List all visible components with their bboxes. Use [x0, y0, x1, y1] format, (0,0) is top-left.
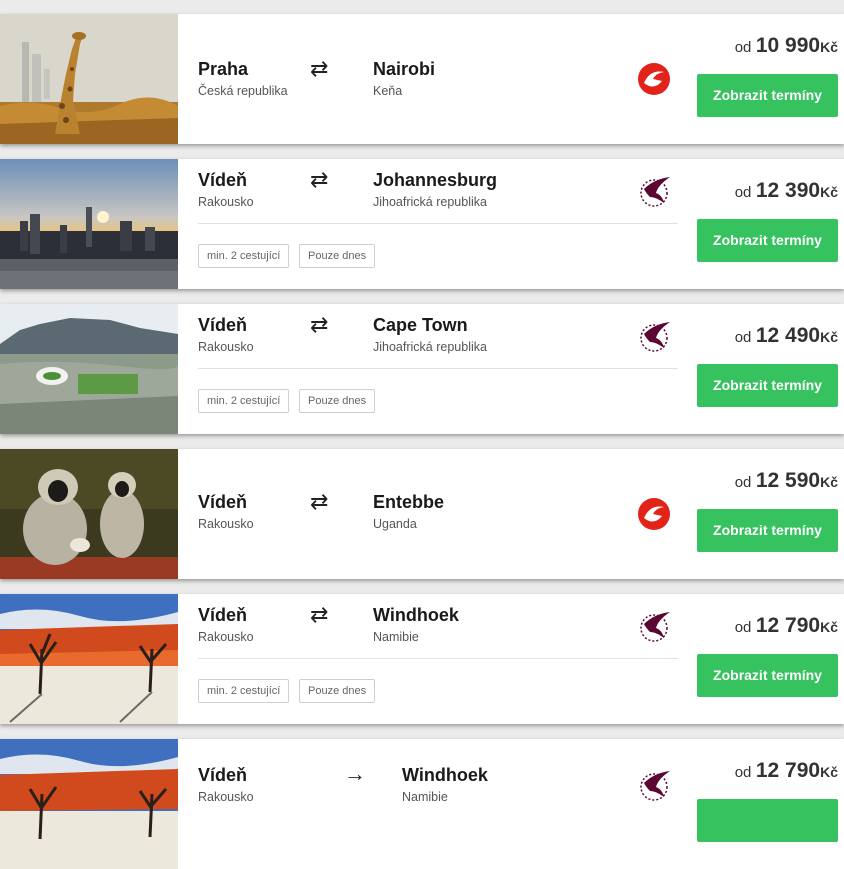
tag-today-only: Pouze dnes — [299, 679, 376, 703]
tag-min-travelers: min. 2 cestující — [198, 389, 290, 413]
turkish-airlines-logo-icon — [636, 496, 672, 532]
price: od 12 590Kč — [735, 469, 838, 493]
to-country: Uganda — [373, 517, 417, 531]
show-dates-button[interactable]: Zobrazit termíny — [697, 654, 838, 697]
qatar-airways-logo-icon — [636, 608, 672, 644]
to-country: Jihoafrická republika — [373, 340, 487, 354]
one-way-arrow-icon: → — [344, 761, 366, 786]
show-dates-button[interactable] — [697, 799, 838, 842]
tag-min-travelers: min. 2 cestující — [198, 244, 290, 268]
price: od 10 990Kč — [735, 34, 838, 58]
from-country: Rakousko — [198, 630, 254, 644]
route-info: Vídeň Rakousko → Windhoek Namibie — [198, 739, 678, 869]
from-country: Rakousko — [198, 790, 254, 804]
cape-town-photo — [0, 304, 178, 434]
price-currency: Kč — [820, 329, 838, 345]
from-country: Rakousko — [198, 340, 254, 354]
price-amount: 12 790 — [755, 759, 821, 782]
desert-trees-photo — [0, 594, 178, 724]
offer-card[interactable]: Vídeň Rakousko ⇄ Cape Town Jihoafrická r… — [0, 304, 844, 434]
round-trip-icon: ⇄ — [310, 489, 329, 514]
price-amount: 10 990 — [755, 34, 821, 57]
round-trip-icon: ⇄ — [310, 56, 329, 81]
to-city: Windhoek — [373, 605, 459, 625]
divider — [198, 658, 678, 659]
price: od 12 390Kč — [735, 179, 838, 203]
divider — [198, 368, 678, 369]
offer-card[interactable]: Vídeň Rakousko → Windhoek Namibie od 12 … — [0, 739, 844, 869]
round-trip-icon: ⇄ — [310, 312, 329, 337]
offer-card[interactable]: Praha Česká republika ⇄ Nairobi Keňa od … — [0, 14, 844, 144]
to-city: Johannesburg — [373, 170, 498, 190]
qatar-airways-logo-icon — [636, 173, 672, 209]
price-amount: 12 790 — [755, 614, 821, 637]
tag-min-travelers: min. 2 cestující — [198, 679, 290, 703]
offer-card[interactable]: Vídeň Rakousko ⇄ Windhoek Namibie min. 2… — [0, 594, 844, 724]
price-amount: 12 590 — [755, 469, 821, 492]
route-info: Vídeň Rakousko ⇄ Johannesburg Jihoafrick… — [198, 159, 678, 289]
from-city: Vídeň — [198, 765, 248, 785]
price-currency: Kč — [820, 764, 838, 780]
price: od 12 790Kč — [735, 759, 838, 783]
show-dates-button[interactable]: Zobrazit termíny — [697, 364, 838, 407]
price-amount: 12 490 — [755, 324, 821, 347]
to-country: Namibie — [402, 790, 448, 804]
to-city: Windhoek — [402, 765, 488, 785]
divider — [198, 223, 678, 224]
city-skyline-photo — [0, 159, 178, 289]
price-currency: Kč — [820, 184, 838, 200]
from-country: Rakousko — [198, 195, 254, 209]
price: od 12 490Kč — [735, 324, 838, 348]
qatar-airways-logo-icon — [636, 318, 672, 354]
tag-today-only: Pouze dnes — [299, 389, 376, 413]
price: od 12 790Kč — [735, 614, 838, 638]
price-prefix: od — [734, 619, 752, 636]
to-country: Jihoafrická republika — [373, 195, 487, 209]
qatar-airways-logo-icon — [636, 767, 672, 803]
to-country: Keňa — [373, 84, 403, 98]
route-info: Vídeň Rakousko ⇄ Cape Town Jihoafrická r… — [198, 304, 678, 434]
price-prefix: od — [734, 39, 752, 56]
to-country: Namibie — [373, 630, 419, 644]
price-prefix: od — [734, 184, 752, 201]
desert-trees-photo — [0, 739, 178, 869]
from-city: Vídeň — [198, 315, 248, 335]
price-currency: Kč — [820, 619, 838, 635]
from-city: Vídeň — [198, 605, 248, 625]
show-dates-button[interactable]: Zobrazit termíny — [697, 74, 838, 117]
from-city: Vídeň — [198, 492, 248, 512]
route-info: Vídeň Rakousko ⇄ Entebbe Uganda — [198, 449, 678, 579]
giraffe-photo — [0, 14, 178, 144]
price-prefix: od — [734, 474, 752, 491]
price-prefix: od — [734, 764, 752, 781]
show-dates-button[interactable]: Zobrazit termíny — [697, 219, 838, 262]
from-country: Česká republika — [198, 84, 288, 98]
to-city: Entebbe — [373, 492, 445, 512]
price-currency: Kč — [820, 39, 838, 55]
turkish-airlines-logo-icon — [636, 61, 672, 97]
price-prefix: od — [734, 329, 752, 346]
route-info: Vídeň Rakousko ⇄ Windhoek Namibie min. 2… — [198, 594, 678, 724]
round-trip-icon: ⇄ — [310, 167, 329, 192]
round-trip-icon: ⇄ — [310, 602, 329, 627]
monkeys-photo — [0, 449, 178, 579]
offer-card[interactable]: Vídeň Rakousko ⇄ Johannesburg Jihoafrick… — [0, 159, 844, 289]
offer-card[interactable]: Vídeň Rakousko ⇄ Entebbe Uganda od 12 59… — [0, 449, 844, 579]
to-city: Nairobi — [373, 59, 436, 79]
from-country: Rakousko — [198, 517, 254, 531]
to-city: Cape Town — [373, 315, 468, 335]
from-city: Praha — [198, 59, 249, 79]
show-dates-button[interactable]: Zobrazit termíny — [697, 509, 838, 552]
tag-today-only: Pouze dnes — [299, 244, 376, 268]
route-info: Praha Česká republika ⇄ Nairobi Keňa — [198, 14, 678, 144]
from-city: Vídeň — [198, 170, 248, 190]
price-amount: 12 390 — [755, 179, 821, 202]
price-currency: Kč — [820, 474, 838, 490]
